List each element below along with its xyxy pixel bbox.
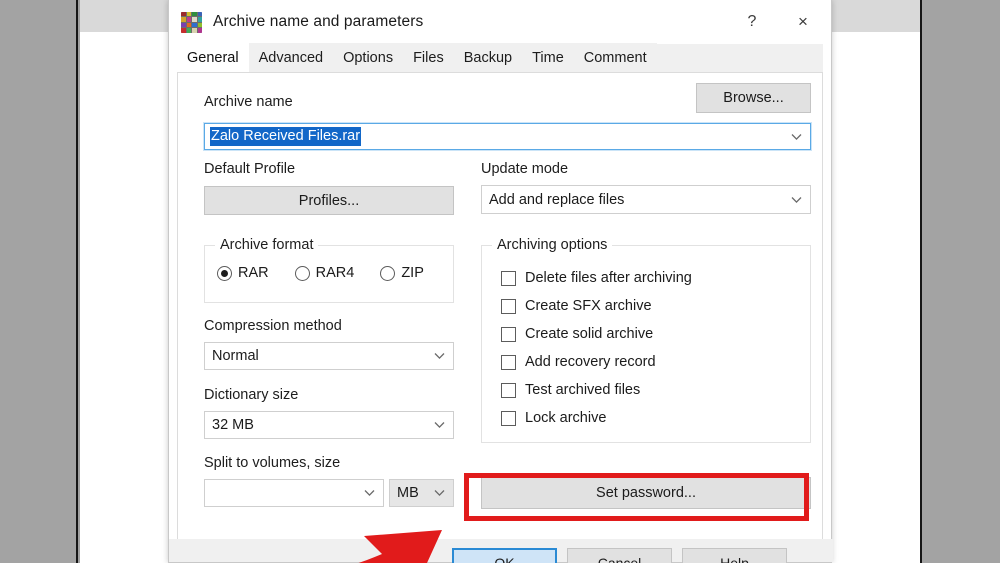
help-button[interactable]: ?	[729, 0, 775, 44]
chevron-down-icon	[434, 353, 445, 360]
archive-format-title: Archive format	[215, 237, 319, 253]
archiving-options-title: Archiving options	[492, 237, 613, 253]
help-footer-button[interactable]: Help	[682, 548, 787, 563]
tab-options[interactable]: Options	[333, 43, 404, 72]
checkbox-lock-archive[interactable]: Lock archive	[501, 404, 692, 432]
chevron-down-icon	[364, 490, 375, 497]
checkbox-indicator	[501, 298, 516, 314]
radio-rar4[interactable]: RAR4	[294, 265, 355, 281]
winrar-books-icon	[181, 11, 202, 33]
dictionary-size-select[interactable]: 32 MB	[204, 411, 454, 439]
chevron-down-icon	[434, 422, 445, 429]
radio-indicator	[294, 265, 310, 281]
tab-files[interactable]: Files	[403, 43, 454, 72]
titlebar-buttons: ? ×	[729, 0, 831, 44]
archiving-options-list: Delete files after archiving Create SFX …	[501, 264, 692, 432]
split-unit-value: MB	[397, 485, 419, 501]
archive-parameters-dialog: Archive name and parameters ? × General …	[168, 0, 833, 563]
archive-format-radios: RAR RAR4 ZIP	[217, 265, 424, 281]
checkbox-indicator	[501, 354, 516, 370]
compression-method-label: Compression method	[204, 318, 342, 334]
chevron-down-icon	[434, 490, 445, 497]
archive-name-value: Zalo Received Files.rar	[210, 127, 362, 146]
radio-rar[interactable]: RAR	[217, 265, 269, 281]
archiving-options-group: Archiving options Delete files after arc…	[481, 237, 811, 443]
checkbox-label: Test archived files	[525, 382, 641, 398]
checkbox-label: Create solid archive	[525, 326, 654, 342]
radio-rar-label: RAR	[238, 265, 269, 281]
checkbox-label: Delete files after archiving	[525, 270, 692, 286]
chevron-down-icon	[791, 133, 802, 140]
tab-backup[interactable]: Backup	[453, 43, 523, 72]
compression-method-select[interactable]: Normal	[204, 342, 454, 370]
dialog-footer: OK Cancel Help	[169, 539, 833, 563]
cancel-button[interactable]: Cancel	[567, 548, 672, 563]
checkbox-delete-files-after-archiving[interactable]: Delete files after archiving	[501, 264, 692, 292]
archive-format-group: Archive format RAR RAR4 ZIP	[204, 237, 454, 303]
checkbox-indicator	[501, 382, 516, 398]
split-unit-select[interactable]: MB	[389, 479, 454, 507]
radio-rar4-label: RAR4	[315, 265, 355, 281]
checkbox-add-recovery-record[interactable]: Add recovery record	[501, 348, 692, 376]
archive-name-input[interactable]: Zalo Received Files.rar	[203, 122, 812, 151]
update-mode-select[interactable]: Add and replace files	[481, 185, 811, 214]
profiles-button[interactable]: Profiles...	[204, 186, 454, 215]
checkbox-indicator	[501, 410, 516, 426]
radio-indicator	[217, 265, 232, 281]
radio-zip-label: ZIP	[401, 265, 424, 281]
checkbox-indicator	[501, 270, 516, 286]
default-profile-label: Default Profile	[204, 161, 296, 177]
checkbox-create-sfx-archive[interactable]: Create SFX archive	[501, 292, 692, 320]
dictionary-size-label: Dictionary size	[204, 387, 299, 403]
update-mode-value: Add and replace files	[489, 191, 625, 208]
radio-zip[interactable]: ZIP	[380, 265, 424, 281]
checkbox-create-solid-archive[interactable]: Create solid archive	[501, 320, 692, 348]
dictionary-size-value: 32 MB	[212, 417, 254, 433]
close-icon[interactable]: ×	[775, 0, 831, 44]
compression-method-value: Normal	[212, 348, 259, 364]
tab-strip: General Advanced Options Files Backup Ti…	[177, 43, 823, 73]
split-to-volumes-label: Split to volumes, size	[204, 455, 341, 471]
checkbox-test-archived-files[interactable]: Test archived files	[501, 376, 692, 404]
letterbox-left	[0, 0, 78, 563]
split-size-input[interactable]	[204, 479, 384, 507]
dialog-title: Archive name and parameters	[213, 13, 424, 30]
browse-button[interactable]: Browse...	[696, 83, 811, 113]
checkbox-label: Lock archive	[525, 410, 607, 426]
checkbox-label: Create SFX archive	[525, 298, 652, 314]
update-mode-label: Update mode	[481, 161, 569, 177]
archive-name-label: Archive name	[204, 94, 293, 110]
ok-button[interactable]: OK	[452, 548, 557, 563]
letterbox-right	[920, 0, 1000, 563]
checkbox-label: Add recovery record	[525, 354, 656, 370]
set-password-button[interactable]: Set password...	[481, 477, 811, 509]
tab-advanced[interactable]: Advanced	[248, 43, 334, 72]
general-tab-panel: Archive name Browse... Zalo Received Fil…	[177, 73, 823, 545]
dialog-titlebar: Archive name and parameters ? ×	[169, 0, 831, 44]
tab-comment[interactable]: Comment	[573, 43, 657, 72]
tab-time[interactable]: Time	[522, 43, 574, 72]
chevron-down-icon	[791, 196, 802, 203]
tab-general[interactable]: General	[177, 43, 249, 72]
radio-indicator	[380, 265, 396, 281]
checkbox-indicator	[501, 326, 516, 342]
